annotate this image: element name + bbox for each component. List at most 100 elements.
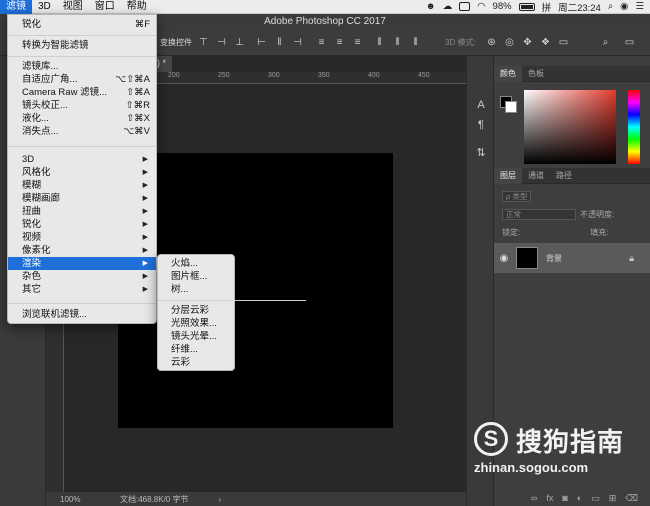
notification-center-icon[interactable]: ☰ (635, 1, 644, 12)
menu-item-other[interactable]: 其它 ▶ (8, 283, 156, 296)
layer-name[interactable]: 背景 (546, 253, 562, 264)
menu-item-blur[interactable]: 模糊 ▶ (8, 179, 156, 192)
align-hcenter-icon[interactable]: ‖ (274, 37, 285, 48)
distribute-bottom-icon[interactable]: ≡ (352, 37, 363, 48)
menu-filter[interactable]: 滤镜 (0, 0, 32, 14)
menu-item-filter-gallery[interactable]: 滤镜库... (8, 60, 156, 73)
layer-row[interactable]: ◉ 背景 🔒︎ (494, 243, 650, 273)
layer-filter-select[interactable]: ρ 类型 (502, 190, 532, 202)
align-right-icon[interactable]: ⊣ (292, 37, 303, 48)
blend-row: 正常 不透明度: (494, 206, 650, 222)
layers-footer: ∞ fx ◙ ◐ ▭ ⊞ ⌫ (494, 490, 650, 506)
trash-icon[interactable]: ⌫ (625, 493, 638, 504)
distribute-hcenter-icon[interactable]: ⦀ (392, 37, 403, 48)
menu-view[interactable]: 视图 (57, 0, 89, 14)
siri-icon[interactable]: ◉ (620, 1, 628, 12)
text-icon[interactable]: A (474, 98, 488, 112)
ruler-tick: 450 (418, 72, 430, 79)
submenu-item-lighting-effects[interactable]: 光照效果... (158, 317, 234, 330)
menu-item-sharpen[interactable]: 锐化 ▶ (8, 218, 156, 231)
menu-item-pixelate[interactable]: 像素化 ▶ (8, 244, 156, 257)
tab-color[interactable]: 颜色 (494, 65, 522, 82)
airplay-icon[interactable] (459, 2, 471, 11)
submenu-item-difference-clouds[interactable]: 分层云彩 (158, 304, 234, 317)
menu-item-convert-smart-filter[interactable]: 转换为智能滤镜 (8, 39, 156, 52)
menu-item-distort[interactable]: 扭曲 ▶ (8, 205, 156, 218)
camera-3d-icon[interactable]: ▭ (558, 37, 569, 48)
menu-item-sharpen-last[interactable]: 锐化 ⌘F (8, 18, 156, 31)
adjustment-layer-icon[interactable]: ◐ (577, 493, 582, 503)
layer-style-icon[interactable]: fx (546, 493, 553, 503)
menu-item-render[interactable]: 渲染 ▶ (8, 257, 156, 270)
paragraph-icon[interactable]: ¶ (474, 118, 488, 132)
tab-paths[interactable]: 路径 (550, 170, 578, 181)
distribute-left-icon[interactable]: ⦀ (374, 37, 385, 48)
menu-item-browse-online-filters[interactable]: 浏览联机滤镜... (8, 308, 156, 321)
background-color-swatch[interactable] (505, 101, 517, 113)
cloud-icon[interactable]: ☁ (443, 1, 453, 12)
distribute-right-icon[interactable]: ⦀ (410, 37, 421, 48)
zoom-level[interactable]: 100% (60, 495, 100, 504)
menu-item-camera-raw[interactable]: Camera Raw 滤镜... ⇧⌘A (8, 86, 156, 99)
search-icon[interactable]: ⌕ (600, 37, 611, 48)
menu-help[interactable]: 帮助 (121, 0, 153, 14)
transform-controls-label[interactable]: 变换控件 (160, 37, 192, 48)
submenu-item-tree[interactable]: 树... (158, 283, 234, 296)
menu-item-3d[interactable]: 3D ▶ (8, 153, 156, 166)
roll-3d-icon[interactable]: ◎ (504, 37, 515, 48)
battery-icon[interactable] (518, 2, 535, 11)
clock[interactable]: 周二23:24 (558, 0, 601, 14)
layer-filter-row: ρ 类型 (494, 188, 650, 204)
ruler-tick: 250 (218, 72, 230, 79)
tab-channels[interactable]: 通道 (522, 170, 550, 181)
blend-mode-select[interactable]: 正常 (502, 208, 576, 220)
submenu-item-clouds[interactable]: 云彩 (158, 356, 234, 369)
wifi-icon[interactable]: ◠ (477, 1, 485, 12)
mode-3d-label: 3D 模式: (445, 38, 476, 47)
distribute-top-icon[interactable]: ≡ (316, 37, 327, 48)
menu-item-adaptive-wide-angle[interactable]: 自适应广角... ⌥⇧⌘A (8, 73, 156, 86)
visibility-eye-icon[interactable]: ◉ (494, 253, 514, 264)
submenu-item-lens-flare[interactable]: 镜头光晕... (158, 330, 234, 343)
search-icon[interactable]: ⌕ (608, 1, 613, 12)
status-bar: 100% 文档:468.8K/0 字节 › (46, 492, 466, 506)
menu-item-stylize[interactable]: 风格化 ▶ (8, 166, 156, 179)
submenu-item-picture-frame[interactable]: 图片框... (158, 270, 234, 283)
user-icon[interactable]: ☻ (426, 1, 436, 12)
menu-window[interactable]: 窗口 (89, 0, 121, 14)
distribute-vcenter-icon[interactable]: ≡ (334, 37, 345, 48)
menu-item-blur-gallery[interactable]: 模糊画廊 ▶ (8, 192, 156, 205)
menu-item-video[interactable]: 视频 ▶ (8, 231, 156, 244)
tab-swatches[interactable]: 色板 (522, 68, 550, 79)
status-arrow[interactable]: › (218, 495, 221, 504)
align-vcenter-icon[interactable]: ⊣ (216, 37, 227, 48)
color-panel: 颜色 色板 (494, 65, 650, 166)
submenu-item-fibers[interactable]: 纤维... (158, 343, 234, 356)
input-method-icon[interactable]: 拼 (542, 0, 552, 14)
lock-row: 锁定: 填充: (494, 224, 650, 240)
slide-3d-icon[interactable]: ❖ (540, 37, 551, 48)
menu-item-noise[interactable]: 杂色 ▶ (8, 270, 156, 283)
align-top-icon[interactable]: ⊤ (198, 37, 209, 48)
menu-item-vanishing-point[interactable]: 消失点... ⌥⌘V (8, 125, 156, 138)
align-left-icon[interactable]: ⊢ (256, 37, 267, 48)
link-layers-icon[interactable]: ∞ (531, 493, 537, 503)
lock-label: 锁定: (502, 227, 521, 237)
new-layer-icon[interactable]: ⊞ (609, 493, 617, 504)
workspace-icon[interactable]: ▭ (624, 37, 635, 48)
pan-3d-icon[interactable]: ✥ (522, 37, 533, 48)
orbit-3d-icon[interactable]: ⊛ (486, 37, 497, 48)
hue-slider[interactable] (628, 90, 640, 164)
layer-thumbnail (516, 247, 538, 269)
group-icon[interactable]: ▭ (591, 493, 600, 504)
submenu-item-flame[interactable]: 火焰... (158, 257, 234, 270)
tab-layers[interactable]: 图层 (494, 167, 522, 184)
menu-item-liquify[interactable]: 液化... ⇧⌘X (8, 112, 156, 125)
menu-3d[interactable]: 3D (32, 0, 57, 14)
adjust-icon[interactable]: ⇅ (474, 146, 488, 160)
layer-mask-icon[interactable]: ◙ (562, 493, 567, 503)
menu-item-lens-correction[interactable]: 镜头校正... ⇧⌘R (8, 99, 156, 112)
color-field[interactable] (524, 90, 616, 164)
watermark-name: 搜狗指南 (516, 427, 625, 457)
align-bottom-icon[interactable]: ⊥ (234, 37, 245, 48)
